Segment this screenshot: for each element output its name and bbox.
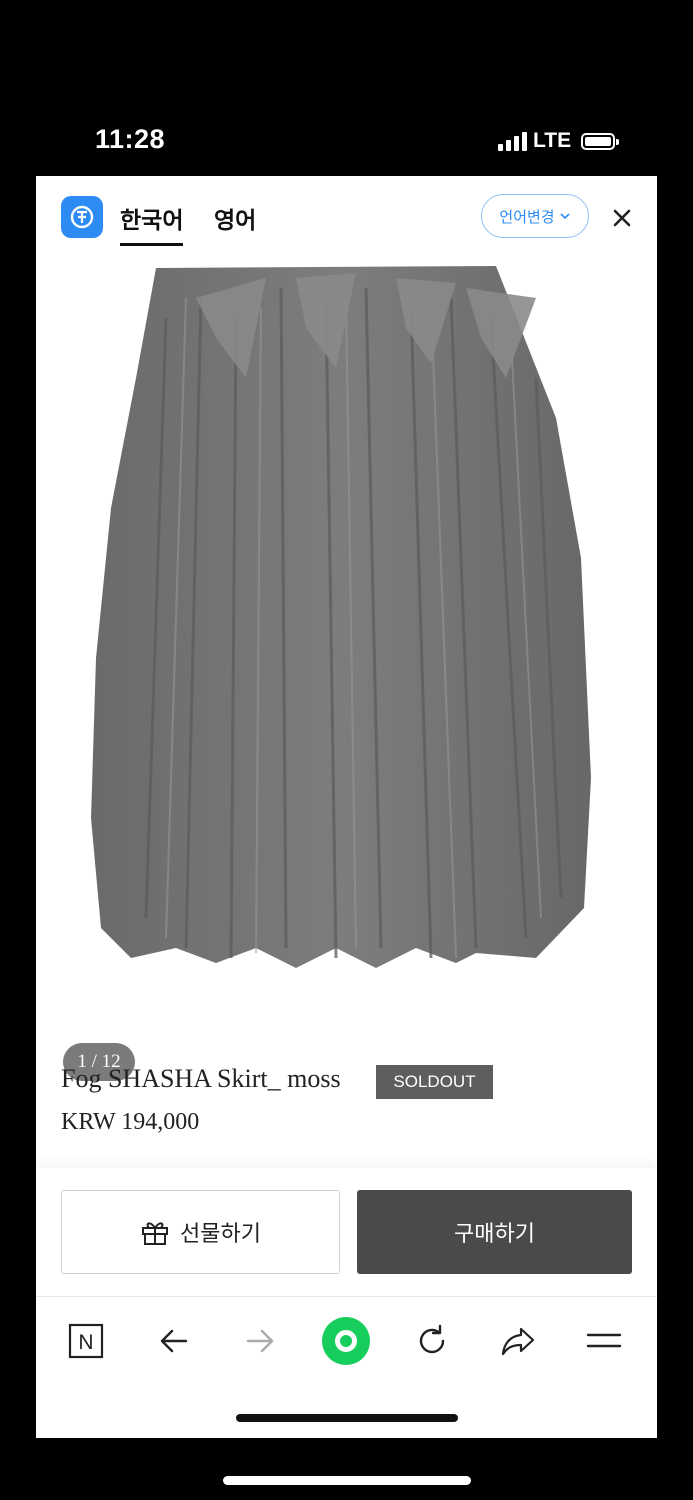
product-name: Fog SHASHA Skirt_ moss xyxy=(61,1064,341,1093)
buy-button[interactable]: 구매하기 xyxy=(357,1190,632,1274)
purchase-action-bar: 선물하기 구매하기 xyxy=(36,1168,657,1296)
product-image[interactable]: 1 / 12 xyxy=(36,258,657,1081)
translator-logo-icon xyxy=(61,196,103,238)
translation-bar: 한국어 영어 언어변경 xyxy=(36,176,657,259)
chevron-down-icon xyxy=(560,213,570,220)
n-icon[interactable]: N xyxy=(66,1321,106,1361)
network-label: LTE xyxy=(533,129,572,152)
soldout-badge: SOLDOUT xyxy=(376,1065,493,1099)
home-indicator xyxy=(236,1414,458,1422)
skirt-photo xyxy=(91,266,591,968)
status-indicators: LTE xyxy=(498,129,620,153)
share-icon[interactable] xyxy=(498,1321,538,1361)
svg-text:N: N xyxy=(78,1331,93,1354)
product-price: KRW 194,000 xyxy=(61,1109,200,1135)
back-arrow-icon[interactable] xyxy=(154,1321,194,1361)
green-circle-icon[interactable] xyxy=(320,1315,372,1367)
change-language-label: 언어변경 xyxy=(499,207,555,226)
refresh-icon[interactable] xyxy=(412,1321,452,1361)
battery-icon xyxy=(581,132,620,150)
gift-icon xyxy=(142,1222,169,1245)
menu-icon[interactable] xyxy=(584,1321,624,1361)
change-language-button[interactable]: 언어변경 xyxy=(481,194,589,238)
tab-english[interactable]: 영어 xyxy=(214,201,256,235)
outer-home-indicator xyxy=(223,1476,471,1485)
status-time: 11:28 xyxy=(95,124,166,154)
gift-button[interactable]: 선물하기 xyxy=(61,1190,340,1274)
app-screen: 한국어 영어 언어변경 1 / 12 Fog SHASHA Skirt_ mos… xyxy=(36,176,657,1438)
status-bar: 11:28 LTE xyxy=(0,0,693,176)
forward-arrow-icon[interactable] xyxy=(240,1321,280,1361)
gift-label: 선물하기 xyxy=(180,1222,261,1247)
tab-korean[interactable]: 한국어 xyxy=(120,201,184,246)
signal-icon xyxy=(498,131,527,151)
close-icon[interactable] xyxy=(610,206,634,230)
